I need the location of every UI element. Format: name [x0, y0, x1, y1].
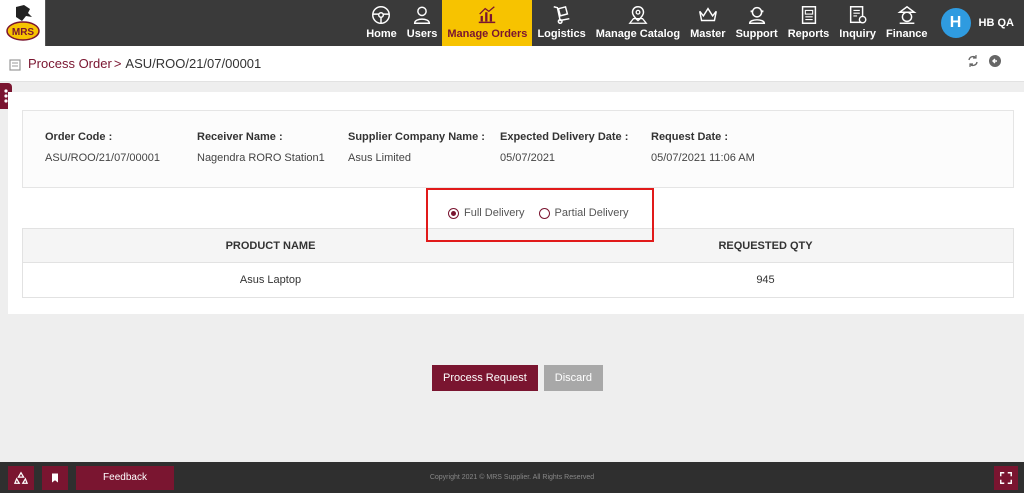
order-code-value: ASU/ROO/21/07/00001 — [45, 152, 160, 164]
bookmark-button[interactable] — [42, 465, 68, 490]
user-name: HB QA — [978, 17, 1014, 29]
nav-reports-label: Reports — [787, 28, 830, 40]
back-icon[interactable] — [988, 54, 1002, 68]
receiver-name-value: Nagendra RORO Station1 — [197, 152, 325, 164]
expand-icon — [1000, 472, 1012, 484]
expected-delivery-label: Expected Delivery Date : — [500, 131, 629, 143]
breadcrumb-current: ASU/ROO/21/07/00001 — [125, 56, 262, 71]
expected-delivery-field: Expected Delivery Date : 05/07/2021 — [500, 131, 628, 164]
map-pin-icon — [627, 4, 649, 26]
supplier-company-label: Supplier Company Name : — [348, 131, 485, 143]
feedback-button[interactable]: Feedback — [76, 465, 174, 490]
top-nav-bar: MRS Home Users Manage Orders Logistics M… — [0, 0, 1024, 46]
annotation-highlight-box — [426, 188, 654, 242]
nav-logistics[interactable]: Logistics — [532, 0, 590, 46]
dolly-icon — [551, 4, 573, 26]
discard-button[interactable]: Discard — [543, 365, 604, 391]
steering-wheel-icon — [370, 4, 392, 26]
nav-inquiry-label: Inquiry — [839, 28, 876, 40]
nav-finance[interactable]: Finance — [881, 0, 933, 46]
order-info-box: Order Code : ASU/ROO/21/07/00001 Receive… — [22, 110, 1014, 188]
breadcrumb-actions — [966, 54, 1002, 68]
nav-users-label: Users — [406, 28, 438, 40]
nav-manage-orders-label: Manage Orders — [447, 28, 528, 40]
recycle-icon — [14, 471, 28, 484]
nav-manage-catalog-label: Manage Catalog — [595, 28, 681, 40]
nav-master[interactable]: Master — [685, 0, 730, 46]
nav-reports[interactable]: Reports — [783, 0, 835, 46]
order-code-label: Order Code : — [45, 131, 113, 143]
nav-logistics-label: Logistics — [537, 28, 586, 40]
table-row: Asus Laptop 945 — [23, 263, 1013, 297]
avatar: H — [940, 8, 971, 38]
mrs-logo[interactable]: MRS — [0, 0, 46, 46]
supplier-company-field: Supplier Company Name : Asus Limited — [348, 131, 485, 164]
crown-icon — [697, 4, 719, 26]
main-nav: Home Users Manage Orders Logistics Manag… — [361, 0, 1024, 46]
nav-manage-catalog[interactable]: Manage Catalog — [591, 0, 685, 46]
nav-support-label: Support — [735, 28, 778, 40]
svg-text:MRS: MRS — [11, 27, 34, 38]
bookmark-icon — [52, 473, 58, 482]
breadcrumb: Process Order > ASU/ROO/21/07/00001 — [0, 46, 1024, 82]
breadcrumb-process-order[interactable]: Process Order — [28, 56, 112, 71]
request-date-label: Request Date : — [651, 131, 729, 143]
support-agent-icon — [746, 4, 768, 26]
user-icon — [411, 4, 433, 26]
process-request-button[interactable]: Process Request — [432, 365, 538, 391]
nav-support[interactable]: Support — [731, 0, 783, 46]
user-menu[interactable]: H HB QA — [933, 0, 1024, 46]
request-date-value: 05/07/2021 11:06 AM — [651, 152, 755, 164]
nav-master-label: Master — [690, 28, 726, 40]
product-name-cell: Asus Laptop — [239, 274, 302, 286]
report-icon — [798, 4, 820, 26]
finance-icon — [896, 4, 918, 26]
fullscreen-button[interactable] — [994, 466, 1018, 490]
nav-users[interactable]: Users — [402, 0, 443, 46]
action-buttons: Process Request Discard — [432, 365, 604, 391]
inquiry-icon — [847, 4, 869, 26]
nav-inquiry[interactable]: Inquiry — [834, 0, 881, 46]
footer: Feedback Copyright 2021 © MRS Supplier. … — [0, 462, 1024, 493]
requested-qty-cell: 945 — [756, 274, 775, 286]
expected-delivery-value: 05/07/2021 — [500, 152, 556, 164]
refresh-icon[interactable] — [966, 54, 980, 68]
horse-logo-icon: MRS — [5, 5, 40, 41]
request-date-field: Request Date : 05/07/2021 11:06 AM — [651, 131, 755, 164]
chart-icon — [476, 4, 498, 26]
nav-home[interactable]: Home — [361, 0, 402, 46]
building-icon — [9, 58, 21, 71]
nav-home-label: Home — [366, 28, 397, 40]
order-code-field: Order Code : ASU/ROO/21/07/00001 — [45, 131, 160, 164]
receiver-name-label: Receiver Name : — [197, 131, 283, 143]
breadcrumb-separator: > — [113, 56, 122, 71]
nav-finance-label: Finance — [885, 28, 928, 40]
recycle-button[interactable] — [8, 465, 34, 490]
receiver-name-field: Receiver Name : Nagendra RORO Station1 — [197, 131, 325, 164]
nav-manage-orders[interactable]: Manage Orders — [442, 0, 533, 46]
supplier-company-value: Asus Limited — [348, 152, 411, 164]
